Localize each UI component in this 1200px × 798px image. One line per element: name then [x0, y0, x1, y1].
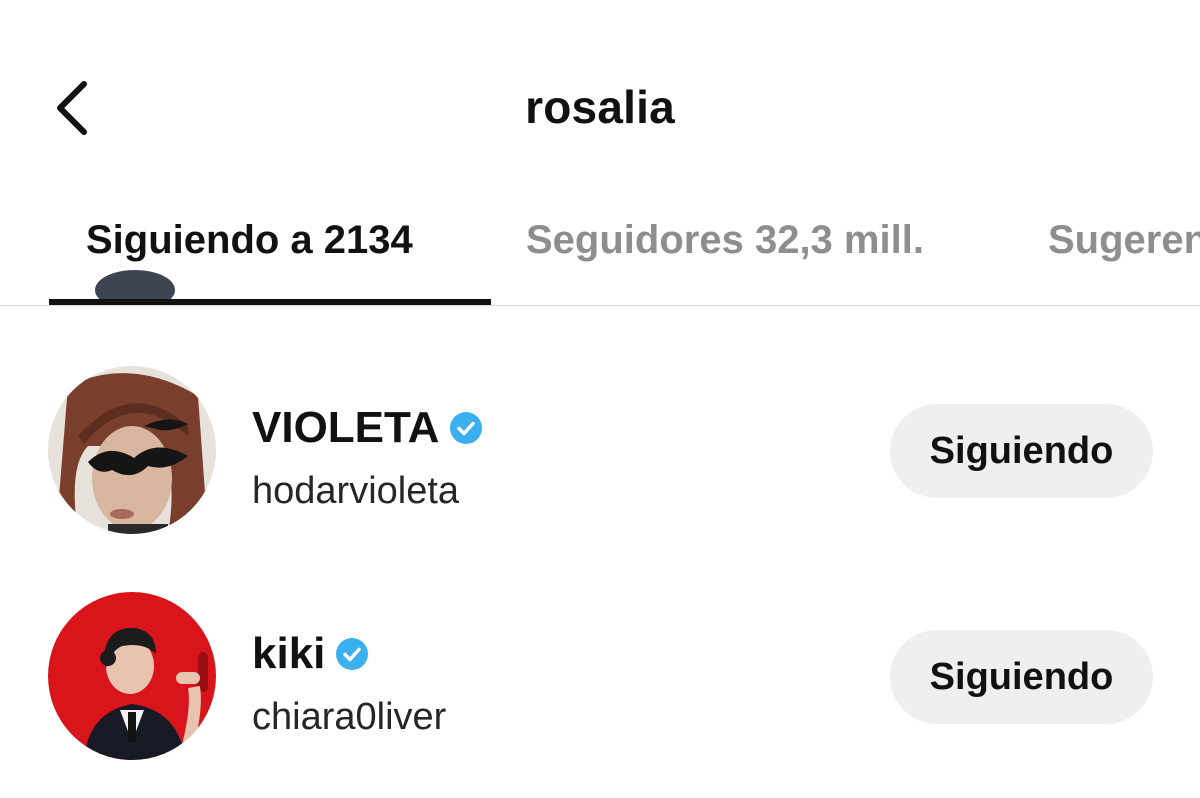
tab-followers[interactable]: Seguidores 32,3 mill. — [526, 210, 924, 270]
tab-bar: Siguiendo a 2134 Seguidores 32,3 mill. S… — [0, 210, 1200, 306]
page-title: rosalia — [525, 81, 675, 133]
active-tab-indicator — [49, 299, 491, 305]
following-button[interactable]: Siguiendo — [890, 630, 1153, 724]
list-item[interactable]: kiki chiara0liver Siguiendo — [0, 592, 1200, 772]
tab-suggestions[interactable]: Sugerencias — [1048, 210, 1200, 270]
display-name: kiki — [252, 629, 326, 678]
following-list: VIOLETA hodarvioleta Siguiendo kiki chia… — [0, 306, 1200, 798]
avatar[interactable] — [48, 592, 216, 760]
following-button[interactable]: Siguiendo — [890, 404, 1153, 498]
following-list-screen: rosalia Siguiendo a 2134 Seguidores 32,3… — [0, 0, 1200, 798]
name-line: VIOLETA — [252, 400, 483, 456]
list-item[interactable]: VIOLETA hodarvioleta Siguiendo — [0, 366, 1200, 546]
verified-badge-icon — [450, 412, 483, 444]
username: hodarvioleta — [252, 470, 460, 512]
display-name: VIOLETA — [252, 403, 440, 452]
name-line: kiki — [252, 626, 369, 682]
username: chiara0liver — [252, 696, 447, 738]
tab-following[interactable]: Siguiendo a 2134 — [86, 210, 413, 270]
avatar[interactable] — [48, 366, 216, 534]
verified-badge-icon — [336, 638, 369, 670]
